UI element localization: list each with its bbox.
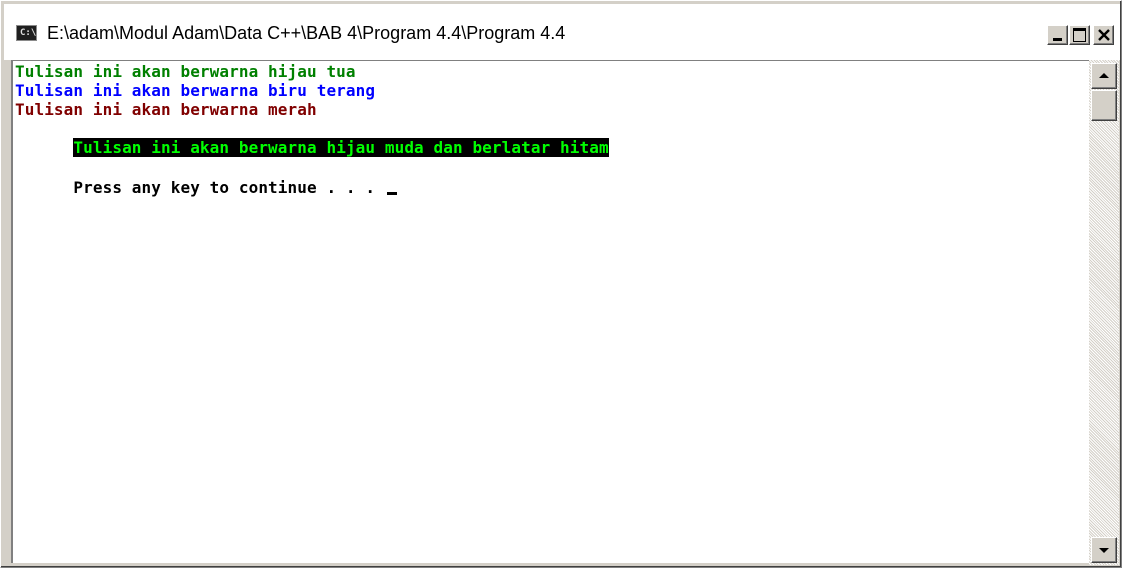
console-line-highlighted: Tulisan ini akan berwarna hijau muda dan…	[15, 119, 609, 157]
console-window: C:\ E:\adam\Modul Adam\Data C++\BAB 4\Pr…	[0, 0, 1122, 568]
app-icon-label: C:\	[20, 28, 37, 38]
highlighted-text: Tulisan ini akan berwarna hijau muda dan…	[73, 138, 609, 157]
scroll-thumb[interactable]	[1091, 90, 1117, 121]
scroll-down-button[interactable]	[1091, 537, 1117, 563]
console-line-blue: Tulisan ini akan berwarna biru terang	[15, 81, 376, 100]
console-line-green: Tulisan ini akan berwarna hijau tua	[15, 62, 356, 81]
close-icon	[1098, 29, 1110, 41]
prompt-text: Press any key to continue . . .	[73, 178, 385, 197]
close-button[interactable]	[1093, 25, 1114, 45]
console-output-area[interactable]: Tulisan ini akan berwarna hijau tua Tuli…	[11, 60, 1089, 563]
maximize-icon	[1073, 28, 1086, 42]
text-cursor	[386, 192, 397, 195]
minimize-icon	[1053, 38, 1062, 41]
console-app-icon[interactable]: C:\	[16, 25, 37, 41]
press-any-key-prompt: Press any key to continue . . .	[15, 159, 397, 197]
vertical-scrollbar[interactable]	[1089, 60, 1119, 565]
scroll-down-arrow-icon	[1099, 548, 1109, 553]
scroll-up-arrow-icon	[1099, 73, 1109, 78]
maximize-button[interactable]	[1069, 25, 1090, 45]
title-bar[interactable]: C:\ E:\adam\Modul Adam\Data C++\BAB 4\Pr…	[4, 4, 1120, 60]
scroll-up-button[interactable]	[1091, 63, 1117, 89]
window-title: E:\adam\Modul Adam\Data C++\BAB 4\Progra…	[47, 23, 566, 43]
console-line-red: Tulisan ini akan berwarna merah	[15, 100, 317, 119]
minimize-button[interactable]	[1047, 25, 1068, 45]
